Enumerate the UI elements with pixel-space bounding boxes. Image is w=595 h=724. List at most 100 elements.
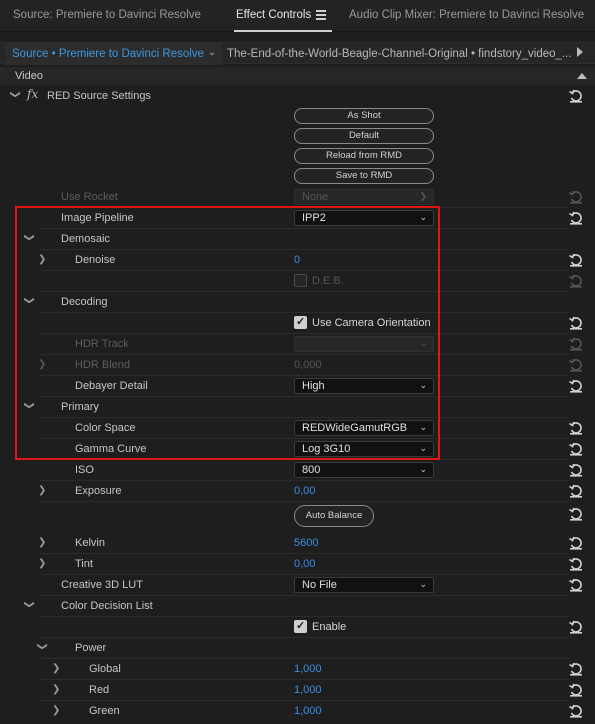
debayer-detail-dropdown[interactable]: High ⌄ [294, 378, 434, 394]
tab-effect-controls[interactable]: Effect Controls [236, 9, 311, 21]
twirl-closed-icon[interactable]: ❯ [38, 485, 46, 496]
as-shot-button[interactable]: As Shot [294, 108, 434, 124]
timeline-toggle-arrow-icon[interactable] [577, 47, 583, 57]
creative-lut-value: No File [302, 579, 337, 591]
cdl-enable-checkbox[interactable] [294, 619, 307, 633]
gamma-curve-dropdown[interactable]: Log 3G10 ⌄ [294, 441, 434, 457]
image-pipeline-value: IPP2 [302, 212, 326, 224]
twirl-closed-icon[interactable]: ❯ [38, 254, 46, 265]
reset-icon[interactable] [568, 315, 584, 331]
decoding-label: Decoding [61, 296, 108, 308]
color-space-value: REDWideGamutRGB [302, 422, 408, 434]
chevron-down-icon: ⌄ [419, 443, 427, 453]
reset-icon[interactable] [568, 462, 584, 478]
reset-icon[interactable] [568, 506, 584, 522]
hdr-blend-row: ❯ HDR Blend 0,000 [0, 355, 595, 376]
chevron-down-icon: ⌄ [419, 464, 427, 474]
power-red-value[interactable]: 1,000 [294, 684, 322, 696]
power-green-value[interactable]: 1,000 [294, 705, 322, 717]
iso-label: ISO [75, 464, 94, 476]
twirl-closed-icon[interactable]: ❯ [52, 684, 60, 695]
fx-badge[interactable]: fx [27, 87, 38, 101]
sequence-clip-label[interactable]: The-End-of-the-World-Beagle-Channel-Orig… [227, 48, 572, 60]
exposure-value[interactable]: 0,00 [294, 485, 315, 497]
power-red-label: Red [89, 684, 110, 696]
reset-icon [569, 337, 582, 351]
twirl-open-icon[interactable]: ❯ [24, 233, 35, 241]
use-rocket-label: Use Rocket [61, 191, 118, 203]
section-label: Video [15, 70, 43, 82]
clip-selector-bar: Source • Premiere to Davinci Resolve ⌄ T… [0, 42, 595, 65]
exposure-label: Exposure [75, 485, 122, 497]
decoding-group-row: ❯ Decoding [0, 292, 595, 313]
cdl-enable-row: Enable [0, 617, 595, 638]
image-pipeline-dropdown[interactable]: IPP2 ⌄ [294, 210, 434, 226]
auto-balance-button[interactable]: Auto Balance [294, 505, 374, 527]
color-space-dropdown[interactable]: REDWideGamutRGB ⌄ [294, 420, 434, 436]
creative-lut-row: Creative 3D LUT No File ⌄ [0, 575, 595, 596]
cdl-group-row: ❯ Color Decision List [0, 596, 595, 617]
tab-audio-clip-mixer[interactable]: Audio Clip Mixer: Premiere to Davinci Re… [349, 9, 584, 21]
exposure-row: ❯ Exposure 0,00 [0, 481, 595, 502]
kelvin-value[interactable]: 5600 [294, 537, 318, 549]
demosaic-group-row: ❯ Demosaic [0, 229, 595, 250]
source-clip-dropdown[interactable]: Source • Premiere to Davinci Resolve ⌄ [5, 43, 222, 65]
panel-tab-bar: Source: Premiere to Davinci Resolve Effe… [0, 0, 595, 32]
chevron-down-icon: ⌄ [419, 579, 427, 589]
hdr-track-label: HDR Track [75, 338, 129, 350]
twirl-closed-icon[interactable]: ❯ [52, 705, 60, 716]
reset-icon[interactable] [568, 661, 584, 677]
reset-icon[interactable] [568, 252, 584, 268]
tint-label: Tint [75, 558, 93, 570]
chevron-down-icon: ⌄ [419, 338, 427, 348]
reset-icon[interactable] [568, 378, 584, 394]
creative-lut-dropdown[interactable]: No File ⌄ [294, 577, 434, 593]
reset-icon[interactable] [568, 703, 584, 719]
gamma-curve-value: Log 3G10 [302, 443, 351, 455]
twirl-closed-icon[interactable]: ❯ [38, 558, 46, 569]
scroll-up-icon[interactable] [577, 73, 587, 79]
default-button[interactable]: Default [294, 128, 434, 144]
denoise-label: Denoise [75, 254, 116, 266]
reset-icon[interactable] [568, 483, 584, 499]
tint-value[interactable]: 0,00 [294, 558, 315, 570]
iso-value: 800 [302, 464, 321, 476]
chevron-down-icon: ⌄ [208, 47, 217, 58]
primary-group-row: ❯ Primary [0, 397, 595, 418]
reset-icon[interactable] [568, 556, 584, 572]
reset-icon[interactable] [568, 88, 584, 104]
kelvin-row: ❯ Kelvin 5600 [0, 533, 595, 554]
panel-menu-icon[interactable] [316, 10, 326, 20]
hdr-blend-value: 0,000 [294, 359, 322, 371]
twirl-closed-icon[interactable]: ❯ [52, 663, 60, 674]
reset-icon[interactable] [568, 441, 584, 457]
twirl-open-icon[interactable]: ❯ [37, 642, 48, 650]
twirl-open-icon[interactable]: ❯ [24, 600, 35, 608]
primary-label: Primary [61, 401, 99, 413]
save-to-rmd-button[interactable]: Save to RMD [294, 168, 434, 184]
reset-icon[interactable] [568, 577, 584, 593]
power-global-label: Global [89, 663, 121, 675]
cdl-label: Color Decision List [61, 600, 153, 612]
reset-icon[interactable] [568, 535, 584, 551]
reset-icon[interactable] [568, 682, 584, 698]
reset-icon[interactable] [568, 210, 584, 226]
denoise-value[interactable]: 0 [294, 254, 300, 266]
twirl-open-icon[interactable]: ❯ [24, 296, 35, 304]
power-label: Power [75, 642, 107, 654]
demosaic-label: Demosaic [61, 233, 110, 245]
image-pipeline-row: Image Pipeline IPP2 ⌄ [0, 208, 595, 229]
reload-from-rmd-button[interactable]: Reload from RMD [294, 148, 434, 164]
use-camera-orientation-checkbox[interactable] [294, 315, 307, 329]
power-global-value[interactable]: 1,000 [294, 663, 322, 675]
reset-icon[interactable] [568, 619, 584, 635]
reset-icon[interactable] [568, 420, 584, 436]
twirl-closed-icon: ❯ [38, 359, 47, 370]
twirl-open-icon[interactable]: ❯ [24, 401, 35, 409]
kelvin-label: Kelvin [75, 537, 105, 549]
auto-balance-row: Auto Balance [0, 503, 595, 531]
twirl-open-icon[interactable]: ❯ [10, 90, 21, 98]
twirl-closed-icon[interactable]: ❯ [38, 537, 46, 548]
tab-source-monitor[interactable]: Source: Premiere to Davinci Resolve [13, 9, 201, 21]
iso-dropdown[interactable]: 800 ⌄ [294, 462, 434, 478]
